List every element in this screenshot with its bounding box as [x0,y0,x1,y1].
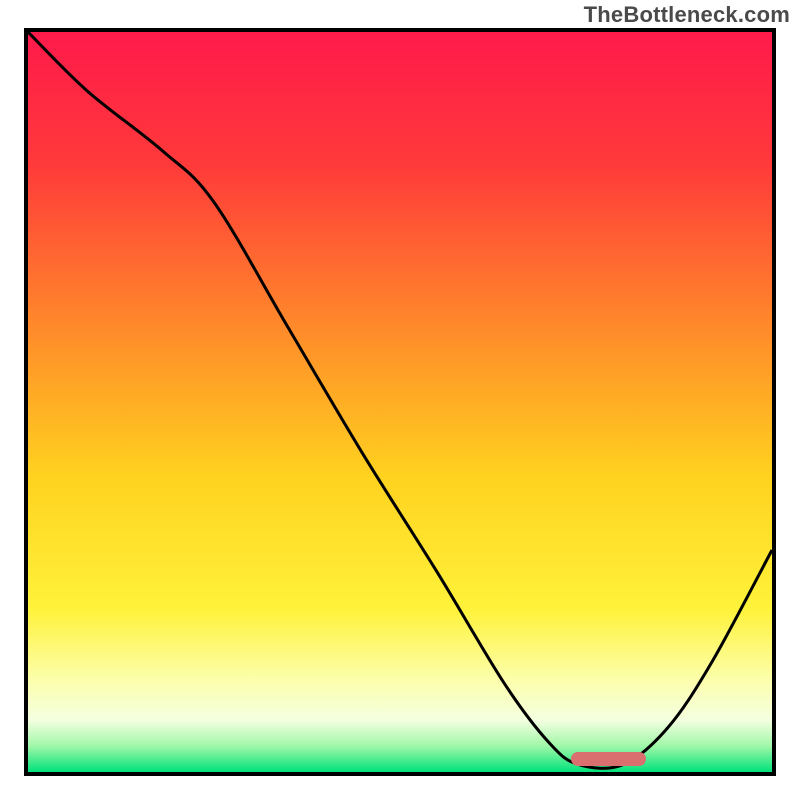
bottleneck-curve [28,32,772,772]
plot-area [24,28,776,776]
watermark-text: TheBottleneck.com [584,2,790,28]
chart-container: TheBottleneck.com [0,0,800,800]
optimal-range-marker [571,752,645,766]
